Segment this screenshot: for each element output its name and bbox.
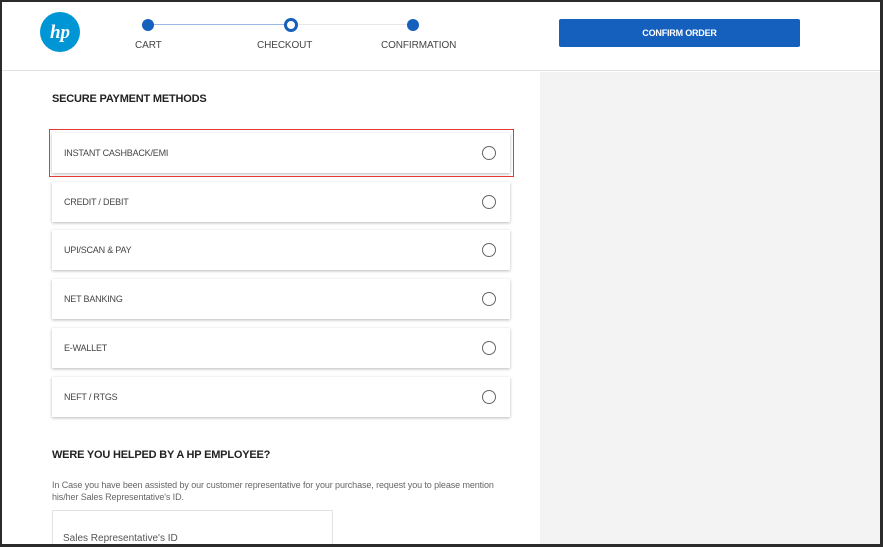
payment-method-neft-rtgs[interactable]: NEFT / RTGS (52, 377, 510, 417)
radio-button-icon[interactable] (482, 146, 496, 160)
hp-employee-description: In Case you have been assisted by our cu… (52, 480, 494, 502)
payment-panel: SECURE PAYMENT METHODS INSTANT CASHBACK/… (2, 72, 540, 544)
step-checkout-label: CHECKOUT (257, 40, 313, 51)
checkout-header: hp CART CHECKOUT CONFIRMATION CONFIRM OR… (2, 2, 880, 71)
hp-employee-title: WERE YOU HELPED BY A HP EMPLOYEE? (52, 449, 271, 461)
order-summary-panel (540, 72, 880, 544)
step-confirmation-dot-icon (407, 19, 419, 31)
hp-logo-icon[interactable]: hp (40, 12, 80, 52)
radio-button-icon[interactable] (482, 195, 496, 209)
payment-method-label: CREDIT / DEBIT (64, 197, 129, 207)
payment-method-upi[interactable]: UPI/SCAN & PAY (52, 230, 510, 270)
payment-method-label: NET BANKING (64, 294, 123, 304)
payment-method-label: E-WALLET (64, 343, 108, 353)
payment-method-credit-debit[interactable]: CREDIT / DEBIT (52, 182, 510, 222)
payment-method-label: INSTANT CASHBACK/EMI (64, 148, 169, 158)
radio-button-icon[interactable] (482, 341, 496, 355)
checkout-page: hp CART CHECKOUT CONFIRMATION CONFIRM OR… (0, 0, 883, 547)
logo-text: hp (50, 22, 70, 43)
sales-rep-id-input[interactable] (52, 510, 333, 544)
stepper-track-pending (291, 24, 413, 25)
confirm-order-button[interactable]: CONFIRM ORDER (559, 19, 800, 47)
radio-button-icon[interactable] (482, 243, 496, 257)
radio-button-icon[interactable] (482, 292, 496, 306)
payment-method-label: UPI/SCAN & PAY (64, 245, 132, 255)
radio-button-icon[interactable] (482, 390, 496, 404)
payment-method-e-wallet[interactable]: E-WALLET (52, 328, 510, 368)
checkout-stepper: CART CHECKOUT CONFIRMATION (122, 16, 462, 56)
step-checkout-dot-icon (284, 18, 298, 32)
step-cart-dot-icon (142, 19, 154, 31)
stepper-track-completed (148, 24, 291, 25)
step-confirmation-label: CONFIRMATION (381, 40, 457, 51)
payment-method-instant-cashback[interactable]: INSTANT CASHBACK/EMI (52, 133, 510, 173)
step-cart-label[interactable]: CART (135, 40, 162, 51)
payment-method-label: NEFT / RTGS (64, 392, 118, 402)
payment-method-net-banking[interactable]: NET BANKING (52, 279, 510, 319)
payment-methods-title: SECURE PAYMENT METHODS (52, 93, 207, 105)
